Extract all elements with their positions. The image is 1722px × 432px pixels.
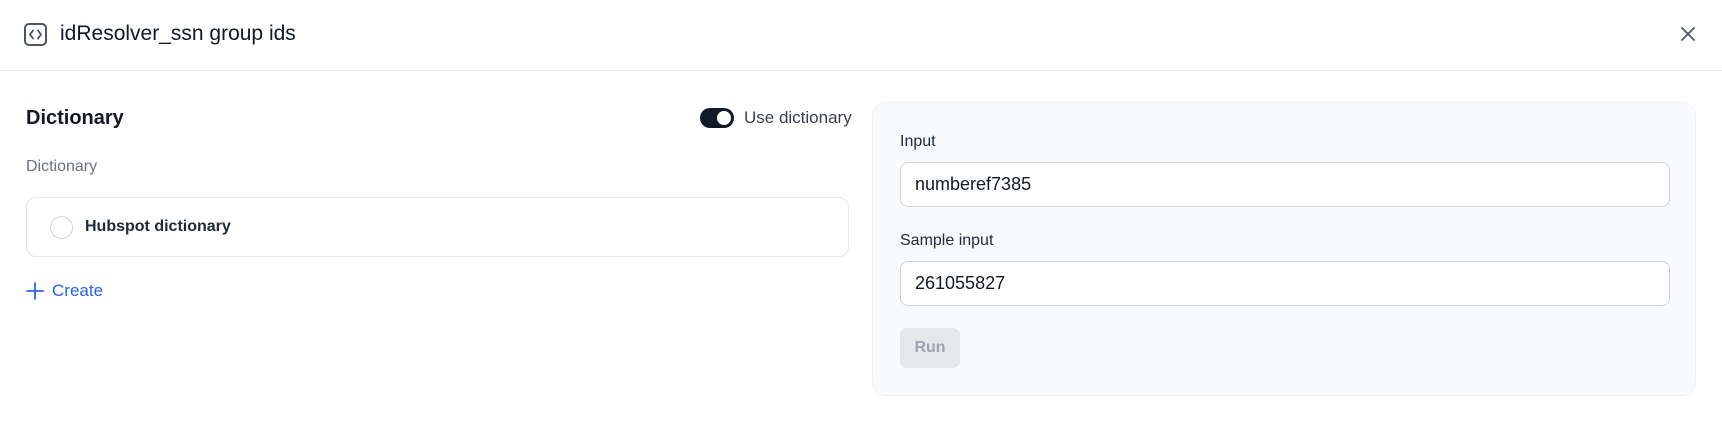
sample-input-field[interactable] [900, 261, 1670, 306]
section-title: Dictionary [26, 107, 124, 129]
run-button[interactable]: Run [900, 328, 960, 368]
input-label: Input [900, 133, 936, 150]
close-icon [1680, 26, 1696, 42]
modal: idResolver_ssn group ids Dictionary Use … [0, 0, 1722, 432]
plus-icon [26, 282, 44, 300]
modal-title: idResolver_ssn group ids [60, 22, 296, 45]
modal-header: idResolver_ssn group ids [0, 0, 1722, 71]
code-brackets-icon [24, 23, 47, 46]
create-button[interactable]: Create [26, 279, 103, 303]
radio-button[interactable] [50, 215, 73, 239]
toggle-knob [717, 111, 731, 125]
toggle-switch[interactable] [700, 108, 734, 128]
dictionary-option-label: Hubspot dictionary [85, 218, 231, 235]
dictionary-field-label: Dictionary [26, 158, 98, 175]
sample-input-label: Sample input [900, 232, 994, 249]
dictionary-option-hubspot[interactable]: Hubspot dictionary [26, 197, 849, 257]
test-panel: Input Sample input Run [872, 102, 1696, 396]
input-field[interactable] [900, 162, 1670, 207]
close-button[interactable] [1676, 22, 1700, 46]
create-label: Create [52, 281, 104, 300]
use-dictionary-toggle[interactable]: Use dictionary [700, 104, 852, 132]
toggle-label: Use dictionary [744, 108, 852, 127]
